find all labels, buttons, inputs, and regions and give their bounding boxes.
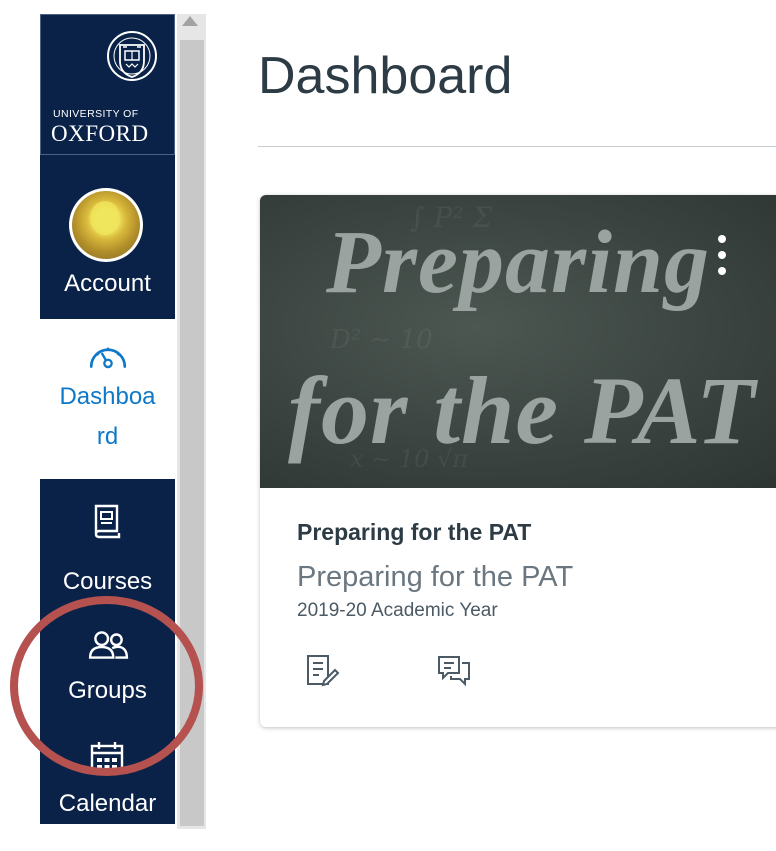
oxford-crest-icon (107, 31, 157, 81)
university-logo[interactable]: UNIVERSITY OF OXFORD (40, 14, 175, 155)
nav-item-account[interactable]: Account (40, 155, 175, 319)
global-nav: UNIVERSITY OF OXFORD Account Dashboa rd (40, 14, 175, 824)
dashboard-gauge-icon (89, 347, 127, 369)
nav-item-dashboard-label: Dashboa rd (40, 377, 175, 457)
avatar-image (72, 191, 140, 259)
nav-item-groups-label: Groups (68, 677, 147, 704)
course-card-term: 2019-20 Academic Year (297, 600, 498, 621)
nav-item-dashboard[interactable]: Dashboa rd (40, 319, 175, 479)
title-divider (258, 146, 776, 147)
nav-item-groups[interactable]: Groups (40, 609, 175, 719)
discussions-icon[interactable] (436, 653, 472, 689)
scroll-up-arrow-icon[interactable] (182, 16, 198, 26)
logo-line-university: UNIVERSITY OF (53, 108, 139, 120)
course-card-hero-line2: for the PAT (288, 357, 756, 464)
nav-item-calendar-label: Calendar (58, 790, 157, 817)
card-options-kebab-icon[interactable] (716, 235, 728, 285)
calendar-icon (90, 742, 124, 775)
page-title: Dashboard (258, 47, 513, 105)
course-card[interactable]: ∫ P² Σ D² ∼ 10 x ∼ 10 √π Preparing for t… (260, 195, 776, 727)
book-icon (94, 504, 121, 539)
course-card-title[interactable]: Preparing for the PAT (297, 519, 531, 546)
nav-item-calendar[interactable]: Calendar (40, 719, 175, 824)
left-gutter (0, 0, 40, 851)
nav-item-dashboard-label-text: Dashboa rd (59, 383, 156, 450)
nav-item-account-label: Account (64, 270, 151, 297)
avatar (69, 188, 143, 262)
course-card-hero-image[interactable]: ∫ P² Σ D² ∼ 10 x ∼ 10 √π Preparing for t… (260, 195, 776, 488)
nav-item-courses-label: Courses (62, 568, 153, 595)
users-icon (88, 631, 129, 659)
chalk-texture: D² ∼ 10 (330, 325, 433, 355)
nav-item-courses[interactable]: Courses (40, 479, 175, 609)
course-card-hero-line1: Preparing (326, 213, 711, 312)
nav-scrollbar-thumb[interactable] (180, 40, 204, 826)
assignments-icon[interactable] (304, 653, 340, 689)
course-card-subtitle: Preparing for the PAT (297, 561, 574, 593)
logo-line-oxford: OXFORD (51, 121, 149, 146)
